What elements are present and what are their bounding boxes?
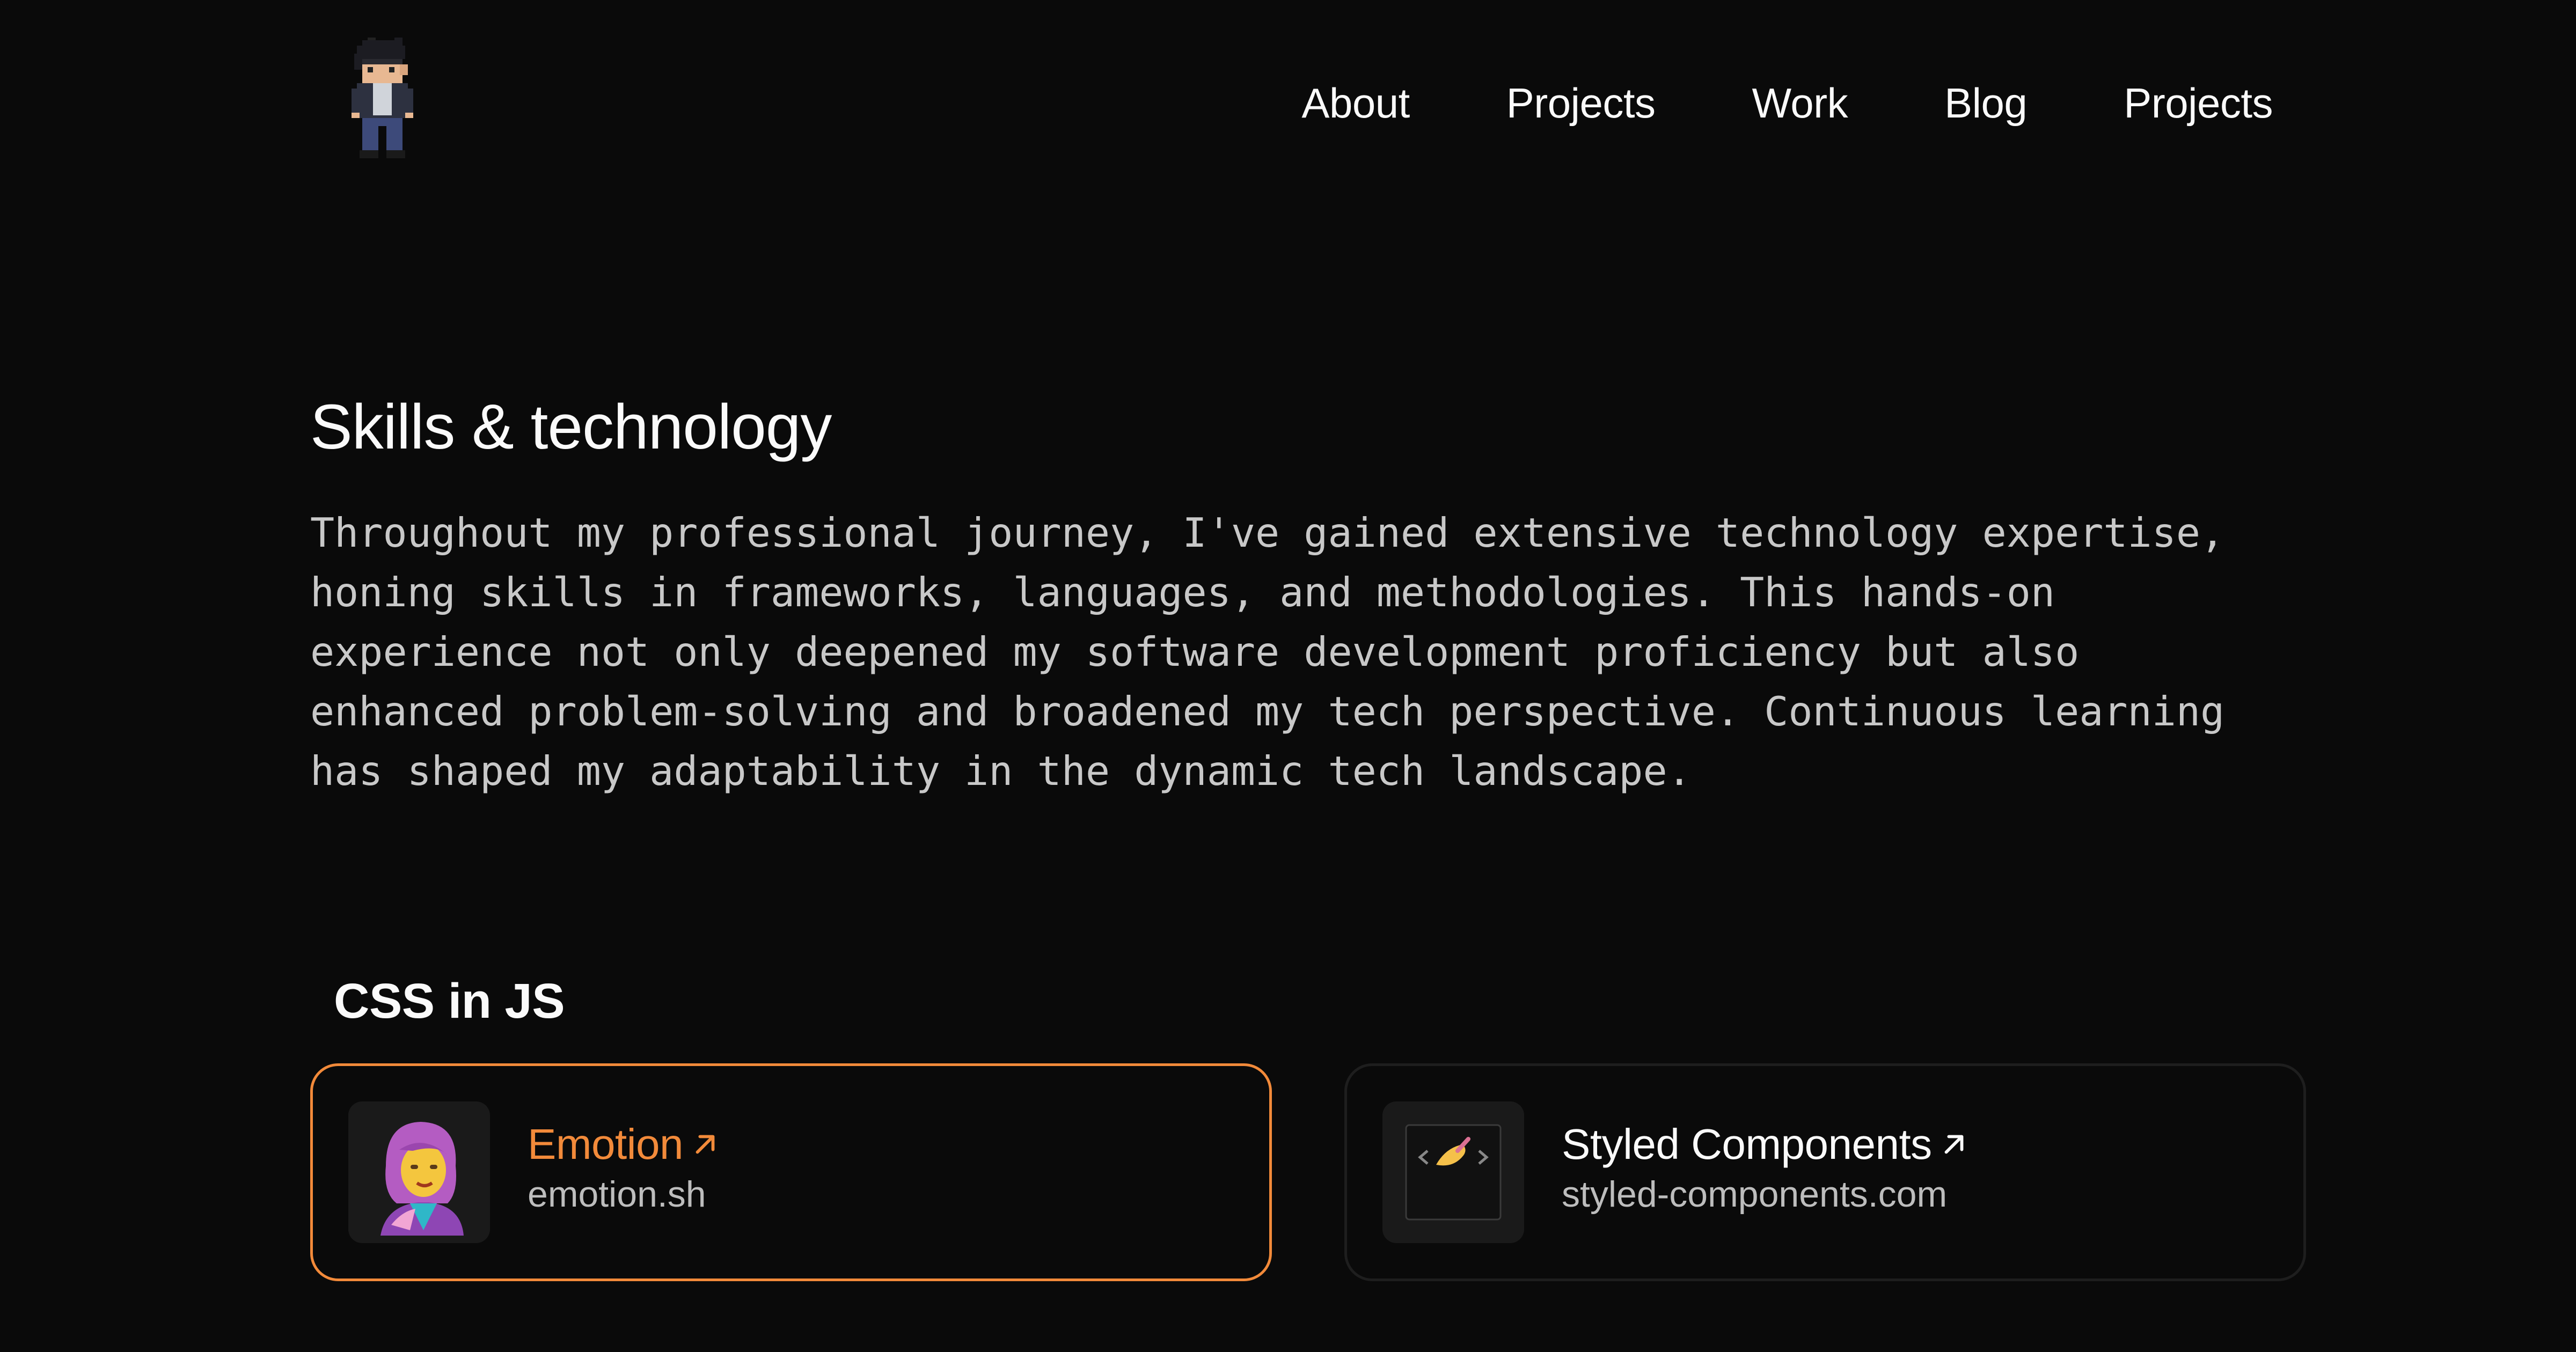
skill-name-text: Styled Components	[1562, 1120, 1932, 1168]
skill-domain: styled-components.com	[1562, 1174, 1948, 1215]
main-nav: About Projects Work Blog Projects	[1301, 75, 2273, 131]
nav-work[interactable]: Work	[1752, 75, 1848, 131]
nav-about[interactable]: About	[1301, 75, 1410, 131]
home-logo-link[interactable]	[343, 32, 424, 166]
group-title: CSS in JS	[334, 974, 565, 1028]
skill-card-emotion[interactable]: Emotion emotion.sh	[310, 1063, 1272, 1281]
section-title: Skills & technology	[310, 392, 832, 462]
nav-projects[interactable]: Projects	[1506, 75, 1656, 131]
skill-name: Styled Components	[1562, 1118, 1970, 1171]
pixel-avatar-icon	[352, 38, 413, 158]
styled-components-logo-icon	[1382, 1101, 1524, 1243]
emotion-logo-icon	[348, 1101, 490, 1243]
page: About Projects Work Blog Projects Skills…	[0, 0, 2576, 1352]
skill-domain: emotion.sh	[528, 1174, 706, 1215]
skill-card-styled-components[interactable]: Styled Components styled-components.com	[1344, 1063, 2306, 1281]
nav-projects-2[interactable]: Projects	[2124, 75, 2273, 131]
external-link-arrow-icon	[696, 1135, 715, 1154]
skill-name: Emotion	[528, 1118, 721, 1171]
section-intro: Throughout my professional journey, I've…	[310, 509, 2225, 795]
external-link-arrow-icon	[1944, 1135, 1964, 1154]
nav-blog[interactable]: Blog	[1944, 75, 2028, 131]
skill-name-text: Emotion	[528, 1120, 683, 1168]
